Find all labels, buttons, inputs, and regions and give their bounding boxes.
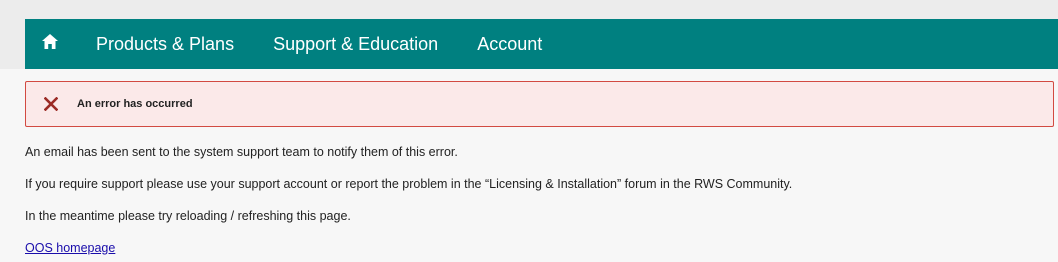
oos-homepage-link[interactable]: OOS homepage (25, 241, 115, 255)
close-icon (43, 96, 59, 112)
home-button[interactable] (25, 19, 75, 69)
email-sent-text: An email has been sent to the system sup… (25, 145, 458, 159)
nav-item-support-education[interactable]: Support & Education (273, 34, 438, 55)
home-icon (42, 34, 58, 54)
main-navigation: Products & Plans Support & Education Acc… (25, 19, 1058, 69)
nav-item-account[interactable]: Account (477, 34, 542, 55)
support-instructions-text: If you require support please use your s… (25, 177, 793, 191)
reload-instructions-text: In the meantime please try reloading / r… (25, 209, 351, 223)
error-message: An error has occurred (77, 98, 193, 110)
nav-item-products-plans[interactable]: Products & Plans (96, 34, 234, 55)
error-alert: An error has occurred (25, 81, 1054, 127)
